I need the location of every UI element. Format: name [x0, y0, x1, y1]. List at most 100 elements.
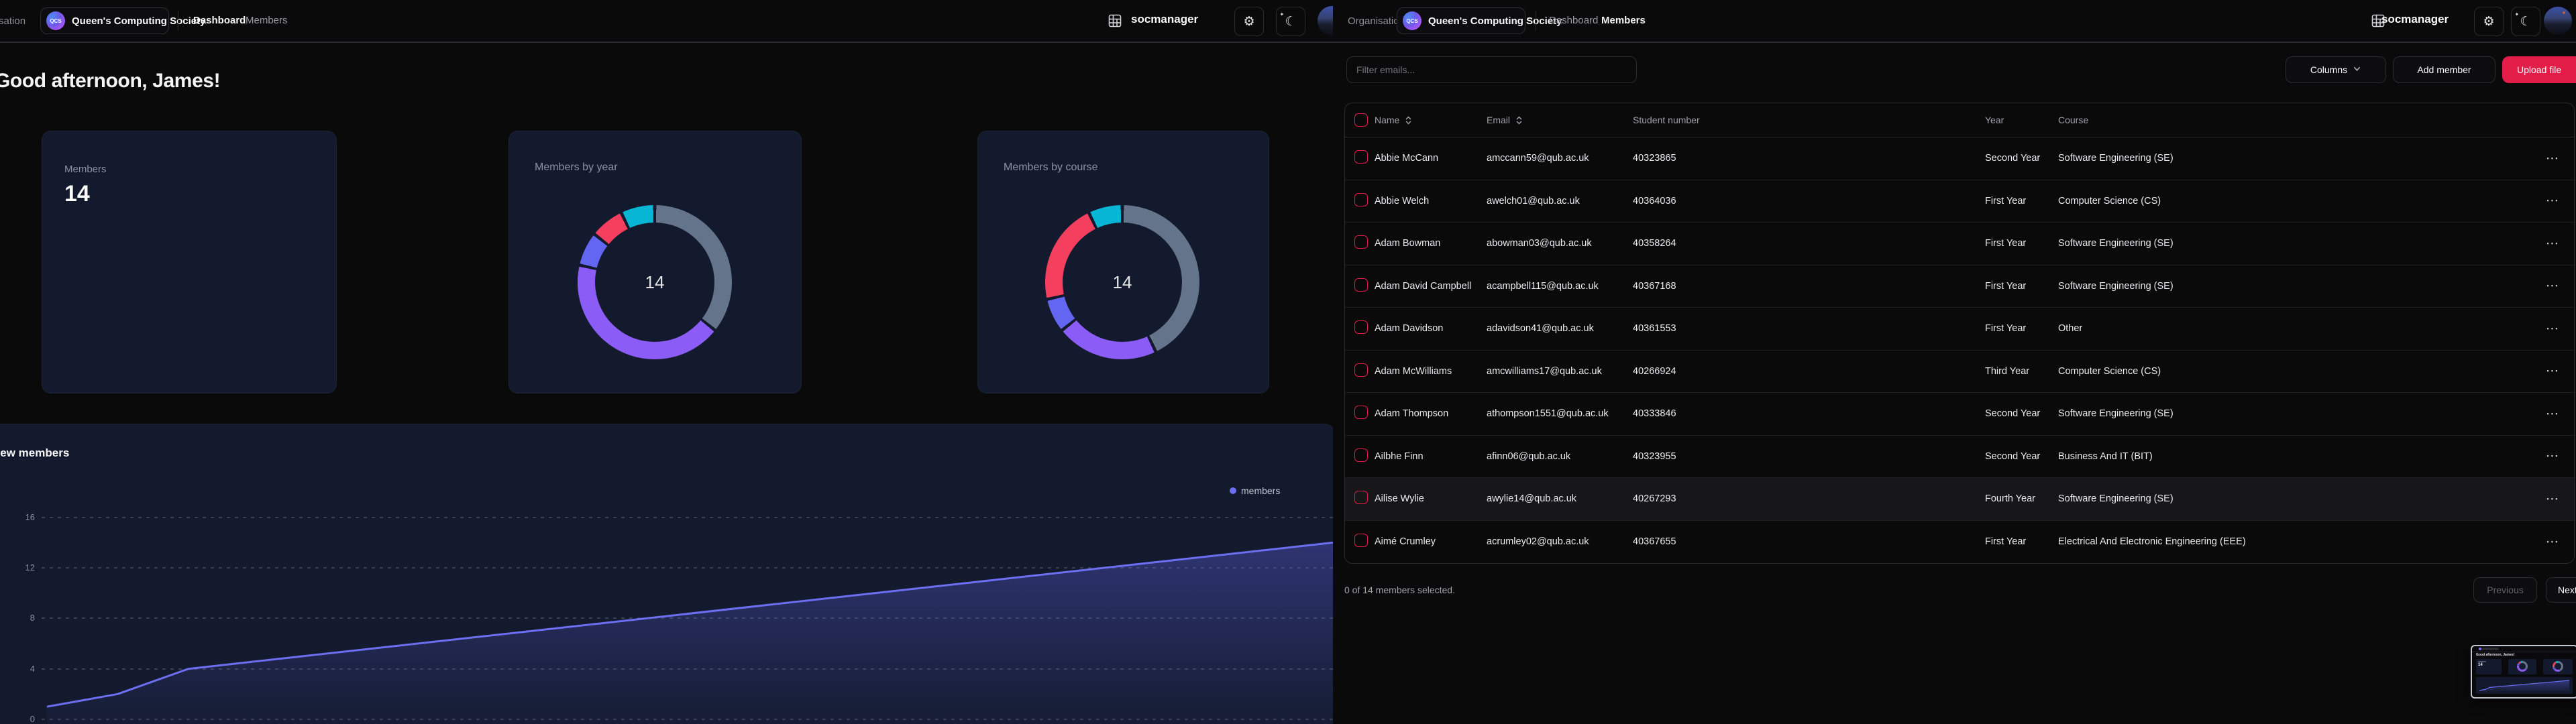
members-by-year-card: Members by year 14 — [508, 131, 802, 394]
org-switcher[interactable]: QCS Queen's Computing Society — [40, 7, 169, 34]
pip-line-chart — [2476, 677, 2573, 694]
row-checkbox[interactable] — [1354, 448, 1368, 462]
cell-student-number: 40358264 — [1633, 238, 1985, 249]
table-row[interactable]: Ailise Wylie awylie14@qub.ac.uk 40267293… — [1345, 478, 2574, 521]
row-actions-ellipsis-icon[interactable]: ⋯ — [2546, 449, 2559, 463]
settings-button[interactable]: ⚙ — [1234, 7, 1264, 36]
row-actions-ellipsis-icon[interactable]: ⋯ — [2546, 237, 2559, 251]
org-switcher[interactable]: QCS Queen's Computing Society — [1397, 7, 1525, 34]
tab-dashboard[interactable]: Dashboard — [1549, 15, 1598, 26]
columns-button[interactable]: Columns — [2286, 56, 2386, 83]
table-row[interactable]: Abbie Welch awelch01@qub.ac.uk 40364036 … — [1345, 180, 2574, 223]
table-row[interactable]: Adam Bowman abowman03@qub.ac.uk 40358264… — [1345, 223, 2574, 265]
add-member-button[interactable]: Add member — [2393, 56, 2496, 83]
row-checkbox[interactable] — [1354, 363, 1368, 377]
row-checkbox[interactable] — [1354, 491, 1368, 504]
cell-name: Adam David Campbell — [1375, 281, 1487, 292]
dual-screen-canvas: Organisation QCS Queen's Computing Socie… — [0, 0, 2576, 724]
header-name[interactable]: Name — [1375, 115, 1487, 125]
org-logo-icon: QCS — [46, 11, 65, 30]
theme-toggle-button[interactable]: ☾✦ — [2511, 7, 2540, 36]
row-actions-ellipsis-icon[interactable]: ⋯ — [2546, 279, 2559, 293]
screen-preview-window[interactable]: Good afternoon, James! 14 — [2471, 645, 2576, 699]
members-by-course-title: Members by course — [1004, 162, 1098, 174]
cell-year: First Year — [1985, 196, 2058, 206]
header-email[interactable]: Email — [1487, 115, 1633, 125]
moon-icon: ☾✦ — [2520, 14, 2531, 29]
sort-icon — [1514, 115, 1524, 125]
filter-emails-input[interactable] — [1346, 56, 1637, 83]
row-checkbox[interactable] — [1354, 534, 1368, 547]
members-stat-label: Members — [64, 164, 107, 175]
new-members-area — [47, 542, 1333, 724]
org-name: Queen's Computing Society — [72, 15, 205, 27]
cell-email: acrumley02@qub.ac.uk — [1487, 536, 1633, 547]
tab-members[interactable]: Members — [246, 15, 288, 26]
table-row[interactable]: Adam McWilliams amcwilliams17@qub.ac.uk … — [1345, 351, 2574, 394]
table-row[interactable]: Ailbhe Finn afinn06@qub.ac.uk 40323955 S… — [1345, 436, 2574, 479]
cell-year: Fourth Year — [1985, 493, 2058, 504]
cell-year: First Year — [1985, 536, 2058, 547]
members-by-year-title: Members by year — [535, 162, 618, 174]
cell-email: athompson1551@qub.ac.uk — [1487, 408, 1633, 419]
row-actions-ellipsis-icon[interactable]: ⋯ — [2546, 152, 2559, 166]
members-by-course-card: Members by course 14 — [977, 131, 1269, 394]
previous-page-button[interactable]: Previous — [2473, 577, 2537, 603]
selection-status: 0 of 14 members selected. — [1344, 585, 1455, 595]
user-avatar[interactable] — [1318, 6, 1333, 36]
org-logo-icon: QCS — [1403, 11, 1421, 30]
row-checkbox[interactable] — [1354, 278, 1368, 292]
row-actions-ellipsis-icon[interactable]: ⋯ — [2546, 492, 2559, 506]
select-all-checkbox[interactable] — [1354, 113, 1368, 127]
user-avatar[interactable] — [2544, 7, 2572, 35]
cell-course: Software Engineering (SE) — [2058, 281, 2531, 292]
tab-members[interactable]: Members — [1601, 15, 1646, 26]
next-page-button[interactable]: Next — [2546, 577, 2576, 603]
new-members-chart — [0, 424, 1333, 724]
greeting-heading: Good afternoon, James! — [0, 70, 220, 93]
cell-course: Computer Science (CS) — [2058, 196, 2531, 206]
table-row[interactable]: Adam David Campbell acampbell115@qub.ac.… — [1345, 265, 2574, 308]
cell-name: Adam Davidson — [1375, 323, 1487, 334]
table-row[interactable]: Aimé Crumley acrumley02@qub.ac.uk 403676… — [1345, 521, 2574, 564]
cell-student-number: 40323955 — [1633, 451, 1985, 462]
row-checkbox[interactable] — [1354, 235, 1368, 249]
table-row[interactable]: Adam Davidson adavidson41@qub.ac.uk 4036… — [1345, 308, 2574, 351]
theme-toggle-button[interactable]: ☾✦ — [1276, 7, 1305, 36]
cell-email: amcwilliams17@qub.ac.uk — [1487, 366, 1633, 377]
gear-icon: ⚙ — [2483, 14, 2494, 29]
row-actions-ellipsis-icon[interactable]: ⋯ — [2546, 194, 2559, 208]
table-body: Abbie McCann amccann59@qub.ac.uk 4032386… — [1345, 137, 2574, 563]
cell-name: Ailise Wylie — [1375, 493, 1487, 504]
cell-email: abowman03@qub.ac.uk — [1487, 238, 1633, 249]
pip-navbar — [2472, 646, 2576, 652]
cell-year: First Year — [1985, 238, 2058, 249]
settings-button[interactable]: ⚙ — [2474, 7, 2504, 36]
cell-name: Abbie Welch — [1375, 196, 1487, 206]
row-actions-ellipsis-icon[interactable]: ⋯ — [2546, 322, 2559, 336]
upload-file-button[interactable]: Upload file — [2502, 56, 2576, 83]
row-checkbox[interactable] — [1354, 406, 1368, 419]
cell-email: adavidson41@qub.ac.uk — [1487, 323, 1633, 334]
table-row[interactable]: Abbie McCann amccann59@qub.ac.uk 4032386… — [1345, 137, 2574, 180]
pip-greeting: Good afternoon, James! — [2476, 653, 2515, 657]
cell-email: afinn06@qub.ac.uk — [1487, 451, 1633, 462]
row-actions-ellipsis-icon[interactable]: ⋯ — [2546, 535, 2559, 549]
cell-course: Business And IT (BIT) — [2058, 451, 2531, 462]
cell-email: amccann59@qub.ac.uk — [1487, 153, 1633, 164]
cell-student-number: 40333846 — [1633, 408, 1985, 419]
header-course: Course — [2058, 115, 2531, 125]
header-year: Year — [1985, 115, 2058, 125]
row-checkbox[interactable] — [1354, 150, 1368, 164]
cell-year: Second Year — [1985, 153, 2058, 164]
row-checkbox[interactable] — [1354, 320, 1368, 334]
cell-student-number: 40367168 — [1633, 281, 1985, 292]
row-actions-ellipsis-icon[interactable]: ⋯ — [2546, 407, 2559, 421]
row-actions-ellipsis-icon[interactable]: ⋯ — [2546, 364, 2559, 378]
cell-student-number: 40323865 — [1633, 153, 1985, 164]
moon-icon: ☾✦ — [1285, 14, 1296, 29]
table-row[interactable]: Adam Thompson athompson1551@qub.ac.uk 40… — [1345, 393, 2574, 436]
tab-dashboard[interactable]: Dashboard — [193, 15, 246, 26]
cell-name: Adam Bowman — [1375, 238, 1487, 249]
row-checkbox[interactable] — [1354, 193, 1368, 206]
